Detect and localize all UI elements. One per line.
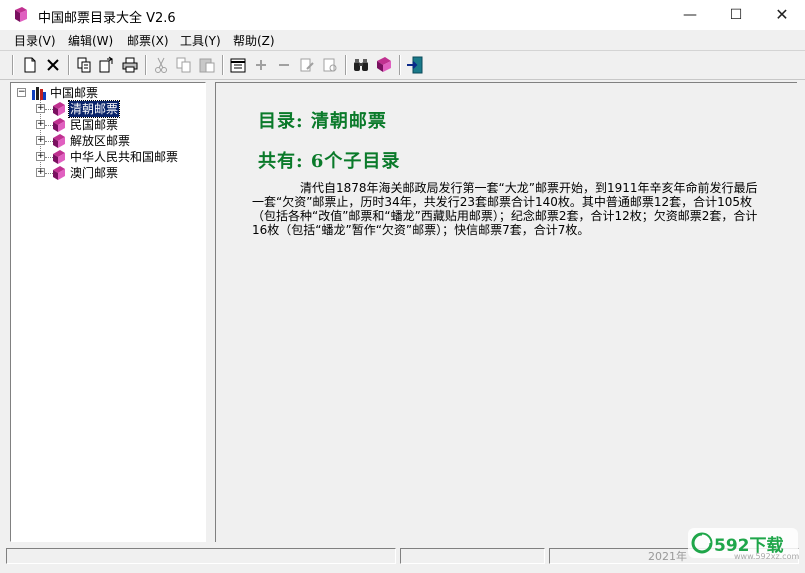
- expand-expander-icon[interactable]: +: [36, 120, 45, 129]
- menu-stamp[interactable]: 邮票(X): [127, 32, 169, 49]
- collapse-expander-icon[interactable]: −: [17, 88, 26, 97]
- maximize-button[interactable]: ☐: [713, 0, 759, 30]
- watermark-year: 2021年: [648, 550, 687, 563]
- cut-icon: [155, 57, 167, 73]
- tree-node-macau[interactable]: + 澳门邮票: [11, 165, 201, 181]
- tree-node-label: 民国邮票: [70, 118, 119, 132]
- detail-pane: 目录: 清朝邮票 共有: 6个子目录 清代自1878年海关邮政局发行第一套“大龙…: [215, 82, 797, 542]
- expand-expander-icon[interactable]: +: [36, 104, 45, 113]
- tree-node-prc[interactable]: + 中华人民共和国邮票: [11, 149, 201, 165]
- catalog-description: 清代自1878年海关邮政局发行第一套“大龙”邮票开始，到1911年辛亥年命前发行…: [252, 181, 758, 237]
- pane-splitter[interactable]: [206, 82, 214, 542]
- print-icon[interactable]: [120, 55, 140, 75]
- tree-node-minguo[interactable]: + 民国邮票: [11, 117, 201, 133]
- subcatalog-count-heading: 共有: 6个子目录: [258, 151, 401, 172]
- status-panel: [6, 548, 396, 564]
- menu-edit[interactable]: 编辑(W): [68, 32, 113, 49]
- toolbar-separator: [68, 55, 70, 75]
- stamp-book-icon: [53, 150, 65, 164]
- catalog-icon[interactable]: [228, 55, 248, 75]
- status-panel: [400, 548, 545, 564]
- tree-node-qing[interactable]: + 清朝邮票: [11, 100, 201, 118]
- delete-icon[interactable]: [43, 55, 63, 75]
- menu-bar: 目录(V) 编辑(W) 邮票(X) 工具(Y) 帮助(Z): [0, 30, 805, 50]
- window-title: 中国邮票目录大全 V2.6: [38, 11, 176, 26]
- tree-node-label: 清朝邮票: [67, 100, 121, 118]
- tree-root-node[interactable]: − 中国邮票: [11, 85, 201, 101]
- app-book-icon: [15, 7, 27, 22]
- minimize-button[interactable]: —: [667, 0, 713, 30]
- edit-icon: [300, 58, 314, 72]
- expand-expander-icon[interactable]: +: [36, 136, 45, 145]
- toolbar-separator: [12, 55, 14, 75]
- watermark-url: www.592xz.com: [734, 552, 800, 561]
- expand-expander-icon[interactable]: +: [36, 168, 45, 177]
- add-icon: [256, 60, 266, 70]
- window-bottom-edge: [0, 566, 805, 573]
- properties-icon: [323, 58, 337, 72]
- catalog-heading: 目录: 清朝邮票: [258, 111, 387, 132]
- tree-node-label: 澳门邮票: [70, 166, 119, 180]
- menu-help[interactable]: 帮助(Z): [233, 32, 275, 49]
- paste-entry-icon[interactable]: [97, 55, 117, 75]
- paste-icon: [199, 58, 215, 73]
- stamp-book-icon: [53, 118, 65, 132]
- toolbar-separator: [222, 55, 224, 75]
- find-icon[interactable]: [351, 55, 371, 75]
- remove-icon: [279, 64, 289, 66]
- root-books-icon: [32, 87, 46, 100]
- tree-root-label: 中国邮票: [50, 86, 99, 100]
- stamp-book-icon: [53, 134, 65, 148]
- expand-expander-icon[interactable]: +: [36, 152, 45, 161]
- tree-node-jiefangqu[interactable]: + 解放区邮票: [11, 133, 201, 149]
- copy-icon: [176, 57, 191, 73]
- toolbar-separator: [399, 55, 401, 75]
- menu-tools[interactable]: 工具(Y): [180, 32, 221, 49]
- close-button[interactable]: ✕: [759, 0, 805, 30]
- stamp-book-icon: [53, 102, 65, 116]
- tree-node-label: 解放区邮票: [70, 134, 131, 148]
- toolbar: [0, 50, 805, 80]
- stamp-book-icon: [53, 166, 65, 180]
- menu-catalog[interactable]: 目录(V): [14, 32, 56, 49]
- exit-icon[interactable]: [405, 55, 425, 75]
- copy-entry-icon[interactable]: [74, 55, 94, 75]
- new-icon[interactable]: [20, 55, 40, 75]
- toolbar-separator: [345, 55, 347, 75]
- tree-node-label: 中华人民共和国邮票: [70, 150, 179, 164]
- catalog-tree[interactable]: − 中国邮票 + 清朝邮票 + 民国邮票 + 解放区邮票 + 中华人民共和国邮票…: [10, 82, 206, 542]
- books-icon[interactable]: [374, 55, 394, 75]
- title-bar: 中国邮票目录大全 V2.6 — ☐ ✕: [0, 0, 805, 30]
- toolbar-separator: [145, 55, 147, 75]
